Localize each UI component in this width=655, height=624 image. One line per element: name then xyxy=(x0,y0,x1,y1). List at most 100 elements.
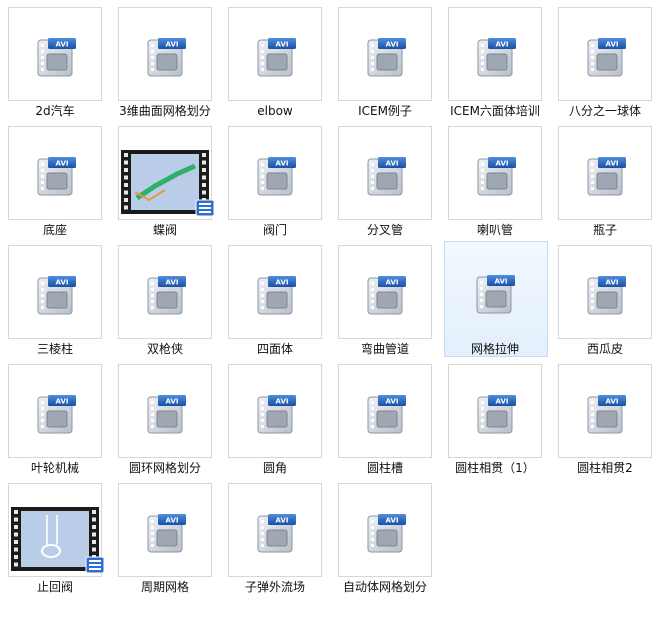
file-thumbnail[interactable]: AVI xyxy=(338,7,432,101)
file-thumbnail[interactable]: AVI xyxy=(118,483,212,577)
avi-file-icon: AVI xyxy=(477,157,516,196)
file-name-label: 自动体网格划分 xyxy=(342,580,427,594)
file-item[interactable]: AVI 三棱柱 xyxy=(0,238,110,358)
video-badge-icon xyxy=(195,199,215,217)
file-item[interactable]: AVI elbow xyxy=(220,0,330,120)
svg-text:AVI: AVI xyxy=(495,278,508,286)
file-item[interactable]: AVI 喇叭管 xyxy=(440,119,550,239)
avi-file-icon: AVI xyxy=(257,38,296,77)
file-item[interactable]: AVI 自动体网格划分 xyxy=(330,476,440,596)
file-item[interactable]: AVI 周期网格 xyxy=(110,476,220,596)
file-name-label: 双枪侠 xyxy=(146,342,183,356)
file-thumbnail[interactable] xyxy=(118,126,215,220)
file-item[interactable]: AVI 四面体 xyxy=(220,238,330,358)
file-item[interactable]: AVI 弯曲管道 xyxy=(330,238,440,358)
file-name-label: 2d汽车 xyxy=(35,104,75,118)
file-name-label: 圆环网格划分 xyxy=(128,461,201,475)
file-name-label: 底座 xyxy=(42,223,67,237)
file-thumbnail[interactable]: AVI xyxy=(558,364,652,458)
avi-file-icon: AVI xyxy=(367,395,406,434)
file-item[interactable]: 蝶阀 xyxy=(110,119,220,239)
file-item[interactable]: AVI 圆角 xyxy=(220,357,330,477)
svg-text:AVI: AVI xyxy=(606,279,619,287)
avi-file-icon: AVI xyxy=(477,38,516,77)
file-thumbnail[interactable]: AVI xyxy=(338,483,432,577)
svg-text:AVI: AVI xyxy=(496,160,509,168)
file-thumbnail[interactable]: AVI xyxy=(448,245,542,339)
file-item[interactable]: AVI 2d汽车 xyxy=(0,0,110,120)
file-item[interactable]: AVI 圆柱相贯2 xyxy=(550,357,655,477)
file-thumbnail[interactable]: AVI xyxy=(228,245,322,339)
file-grid: AVI 2d汽车 AVI 3维曲面网格划分 AVI elbow AVI ICEM… xyxy=(0,0,655,624)
file-item[interactable]: AVI 子弹外流场 xyxy=(220,476,330,596)
file-thumbnail[interactable]: AVI xyxy=(558,126,652,220)
file-item[interactable]: AVI ICEM六面体培训 xyxy=(440,0,550,120)
file-thumbnail[interactable]: AVI xyxy=(338,364,432,458)
avi-file-icon: AVI xyxy=(367,38,406,77)
file-thumbnail[interactable]: AVI xyxy=(8,7,102,101)
file-name-label: 3维曲面网格划分 xyxy=(119,104,211,118)
svg-text:AVI: AVI xyxy=(166,517,179,525)
file-thumbnail[interactable]: AVI xyxy=(558,245,652,339)
avi-file-icon: AVI xyxy=(367,514,406,553)
file-name-label: 三棱柱 xyxy=(36,342,73,356)
avi-file-icon: AVI xyxy=(477,395,516,434)
svg-text:AVI: AVI xyxy=(56,160,69,168)
avi-file-icon: AVI xyxy=(147,38,186,77)
file-thumbnail[interactable]: AVI xyxy=(448,7,542,101)
file-name-label: 蝶阀 xyxy=(152,223,177,237)
file-item[interactable]: AVI 圆柱槽 xyxy=(330,357,440,477)
avi-file-icon: AVI xyxy=(147,514,186,553)
file-item[interactable]: 止回阀 xyxy=(0,476,110,596)
file-thumbnail[interactable]: AVI xyxy=(8,364,102,458)
file-thumbnail[interactable]: AVI xyxy=(558,7,652,101)
avi-file-icon: AVI xyxy=(587,395,626,434)
file-item[interactable]: AVI 八分之一球体 xyxy=(550,0,655,120)
file-item[interactable]: AVI 叶轮机械 xyxy=(0,357,110,477)
file-name-label: 网格拉伸 xyxy=(470,342,519,356)
file-name-label: 八分之一球体 xyxy=(568,104,641,118)
file-name-label: 圆角 xyxy=(262,461,287,475)
file-item[interactable]: AVI 阀门 xyxy=(220,119,330,239)
avi-file-icon: AVI xyxy=(147,276,186,315)
file-name-label: 子弹外流场 xyxy=(244,580,305,594)
file-thumbnail[interactable]: AVI xyxy=(228,483,322,577)
file-item[interactable]: AVI 圆环网格划分 xyxy=(110,357,220,477)
file-item[interactable]: AVI 双枪侠 xyxy=(110,238,220,358)
file-thumbnail[interactable]: AVI xyxy=(118,364,212,458)
avi-file-icon: AVI xyxy=(257,395,296,434)
file-item[interactable]: AVI ICEM例子 xyxy=(330,0,440,120)
file-thumbnail[interactable]: AVI xyxy=(338,126,432,220)
file-thumbnail[interactable]: AVI xyxy=(228,364,322,458)
file-thumbnail[interactable]: AVI xyxy=(118,7,212,101)
file-name-label: 西瓜皮 xyxy=(586,342,623,356)
file-thumbnail[interactable] xyxy=(8,483,105,577)
svg-text:AVI: AVI xyxy=(386,160,399,168)
svg-text:AVI: AVI xyxy=(166,279,179,287)
file-thumbnail[interactable]: AVI xyxy=(338,245,432,339)
file-item[interactable]: AVI 圆柱相贯（1） xyxy=(440,357,550,477)
file-name-label: ICEM例子 xyxy=(358,104,412,118)
file-name-label: 圆柱槽 xyxy=(366,461,403,475)
file-item[interactable]: AVI 3维曲面网格划分 xyxy=(110,0,220,120)
file-name-label: 圆柱相贯（1） xyxy=(455,461,535,475)
svg-text:AVI: AVI xyxy=(276,41,289,49)
file-item[interactable]: AVI 网格拉伸 xyxy=(440,238,550,358)
file-thumbnail[interactable]: AVI xyxy=(448,364,542,458)
file-thumbnail[interactable]: AVI xyxy=(228,126,322,220)
file-thumbnail[interactable]: AVI xyxy=(8,245,102,339)
svg-text:AVI: AVI xyxy=(166,398,179,406)
file-thumbnail[interactable]: AVI xyxy=(448,126,542,220)
file-name-label: 叶轮机械 xyxy=(30,461,79,475)
file-item[interactable]: AVI 瓶子 xyxy=(550,119,655,239)
file-item[interactable]: AVI 底座 xyxy=(0,119,110,239)
svg-text:AVI: AVI xyxy=(166,41,179,49)
file-item[interactable]: AVI 西瓜皮 xyxy=(550,238,655,358)
file-name-label: elbow xyxy=(257,104,293,118)
file-thumbnail[interactable]: AVI xyxy=(8,126,102,220)
file-thumbnail[interactable]: AVI xyxy=(228,7,322,101)
svg-text:AVI: AVI xyxy=(56,41,69,49)
avi-file-icon: AVI xyxy=(587,276,626,315)
file-thumbnail[interactable]: AVI xyxy=(118,245,212,339)
file-item[interactable]: AVI 分叉管 xyxy=(330,119,440,239)
